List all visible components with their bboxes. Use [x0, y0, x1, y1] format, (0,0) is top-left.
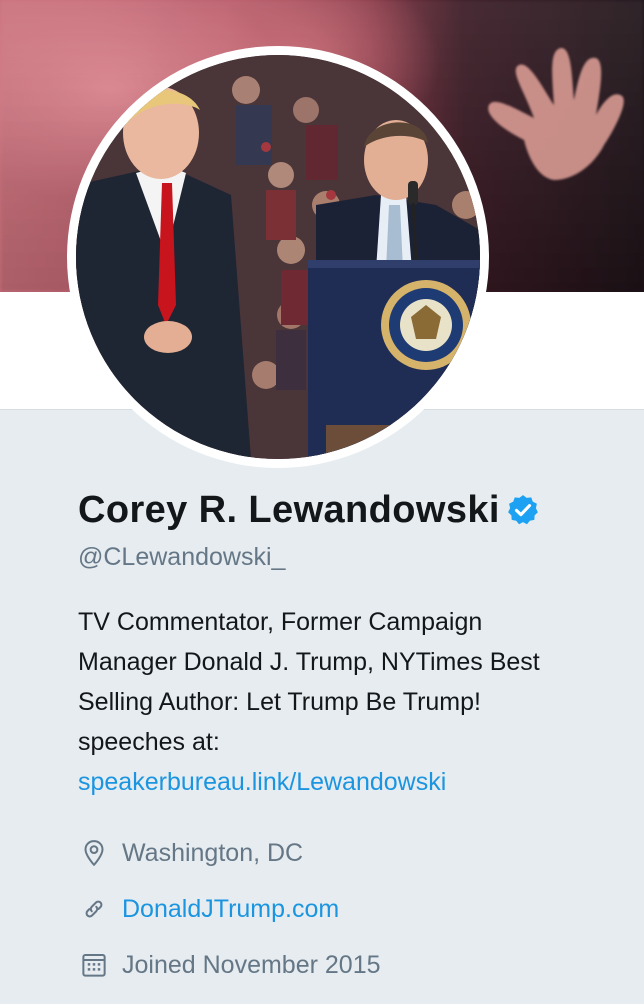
- link-icon: [78, 893, 110, 925]
- calendar-icon: [78, 949, 110, 981]
- display-name[interactable]: Corey R. Lewandowski: [78, 489, 500, 532]
- profile-meta: Washington, DC DonaldJTrump.com Joined N…: [78, 825, 618, 993]
- bio-line: speeches at:: [78, 728, 220, 756]
- verified-badge-icon[interactable]: [506, 493, 540, 527]
- website-link[interactable]: DonaldJTrump.com: [122, 895, 339, 924]
- profile-bio: TV Commentator, Former Campaign Manager …: [78, 602, 618, 802]
- location-pin-icon: [78, 837, 110, 869]
- profile-avatar[interactable]: [67, 46, 489, 468]
- screen-name[interactable]: @CLewandowski_: [78, 542, 618, 572]
- location-row: Washington, DC: [78, 825, 618, 881]
- banner-hand-graphic: [488, 47, 624, 181]
- website-row: DonaldJTrump.com: [78, 881, 618, 937]
- bio-link[interactable]: speakerbureau.link/Lewandowski: [78, 762, 618, 802]
- avatar-photo-graphic: [76, 55, 480, 459]
- joined-date: Joined November 2015: [122, 950, 381, 979]
- avatar-photo: [76, 55, 480, 459]
- bio-line: Manager Donald J. Trump, NYTimes Best: [78, 648, 540, 676]
- location-text: Washington, DC: [122, 838, 304, 867]
- bio-line: TV Commentator, Former Campaign: [78, 608, 483, 636]
- bio-line: Selling Author: Let Trump Be Trump!: [78, 688, 481, 716]
- joined-row: Joined November 2015: [78, 937, 618, 993]
- name-row: Corey R. Lewandowski: [78, 486, 618, 534]
- profile-card: Corey R. Lewandowski @CLewandowski_ TV C…: [78, 486, 618, 993]
